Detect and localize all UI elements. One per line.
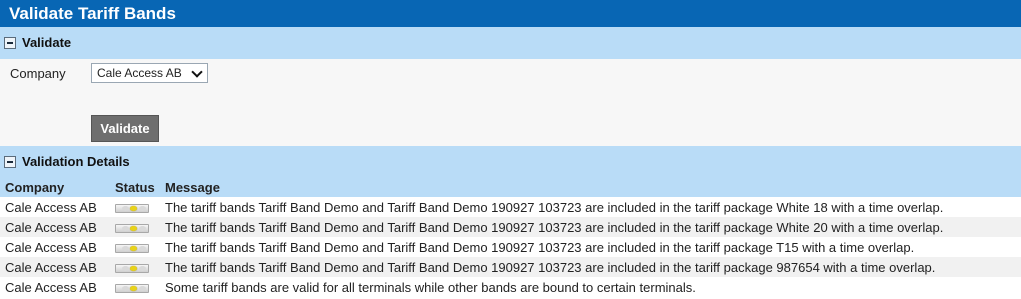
page-title: Validate Tariff Bands xyxy=(0,0,1021,27)
cell-status xyxy=(110,277,160,297)
table-row[interactable]: Cale Access AB The tariff bands Tariff B… xyxy=(0,217,1021,237)
table-row[interactable]: Cale Access AB The tariff bands Tariff B… xyxy=(0,237,1021,257)
table-row[interactable]: Cale Access AB The tariff bands Tariff B… xyxy=(0,197,1021,217)
chevron-down-icon xyxy=(191,66,203,78)
table-row[interactable]: Cale Access AB Some tariff bands are val… xyxy=(0,277,1021,297)
cell-company: Cale Access AB xyxy=(5,199,97,215)
cell-status xyxy=(110,197,160,217)
cell-message: The tariff bands Tariff Band Demo and Ta… xyxy=(165,239,915,255)
section-title-validation-details: Validation Details xyxy=(22,154,130,169)
company-select[interactable]: Cale Access AB xyxy=(91,63,208,83)
cell-message: The tariff bands Tariff Band Demo and Ta… xyxy=(165,199,944,215)
section-title-validate: Validate xyxy=(22,35,72,50)
status-warning-icon xyxy=(115,243,149,253)
table-row[interactable]: Cale Access AB The tariff bands Tariff B… xyxy=(0,257,1021,277)
collapse-icon[interactable] xyxy=(4,156,16,168)
section-header-validation-details[interactable]: Validation Details xyxy=(0,146,1021,178)
cell-status xyxy=(110,257,160,277)
cell-company: Cale Access AB xyxy=(0,217,110,237)
cell-message: Some tariff bands are valid for all term… xyxy=(165,279,696,295)
column-header-message[interactable]: Message xyxy=(160,178,1021,197)
validate-panel: Company Cale Access AB Validate xyxy=(0,59,1021,146)
table-header-row: Company Status Message xyxy=(0,178,1021,197)
validation-details-table: Company Status Message Cale Access AB Th… xyxy=(0,178,1021,297)
column-header-company[interactable]: Company xyxy=(0,178,110,197)
cell-company: Cale Access AB xyxy=(5,239,97,255)
collapse-icon[interactable] xyxy=(4,37,16,49)
column-header-status[interactable]: Status xyxy=(110,178,160,197)
cell-company: Cale Access AB xyxy=(0,257,110,277)
status-warning-icon xyxy=(115,203,149,213)
validate-button[interactable]: Validate xyxy=(91,115,159,142)
section-header-validate[interactable]: Validate xyxy=(0,27,1021,59)
company-label: Company xyxy=(10,66,66,81)
cell-message: The tariff bands Tariff Band Demo and Ta… xyxy=(160,217,1021,237)
cell-company: Cale Access AB xyxy=(5,279,97,295)
status-warning-icon xyxy=(115,263,149,273)
cell-message: The tariff bands Tariff Band Demo and Ta… xyxy=(160,257,1021,277)
status-warning-icon xyxy=(115,223,149,233)
cell-status xyxy=(110,237,160,257)
status-warning-icon xyxy=(115,283,149,293)
cell-status xyxy=(110,217,160,237)
company-select-value: Cale Access AB xyxy=(97,66,182,80)
